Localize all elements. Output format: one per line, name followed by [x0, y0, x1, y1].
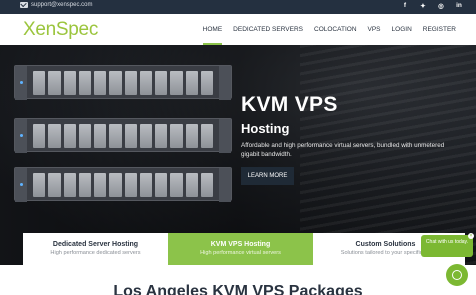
- instagram-icon[interactable]: ◎: [438, 2, 444, 10]
- tab-title: KVM VPS Hosting: [210, 241, 271, 248]
- main-navigation: XenSpec HOME DEDICATED SERVERS COLOCATIO…: [0, 14, 476, 45]
- close-icon[interactable]: ×: [468, 233, 474, 239]
- chat-icon: [452, 270, 462, 280]
- server-image: [14, 167, 232, 202]
- nav-item-login[interactable]: LOGIN: [392, 14, 412, 45]
- nav-item-dedicated-servers[interactable]: DEDICATED SERVERS: [233, 14, 303, 45]
- nav-item-home[interactable]: HOME: [202, 14, 222, 45]
- tab-title: Dedicated Server Hosting: [52, 241, 139, 248]
- chat-button[interactable]: [446, 264, 468, 286]
- facebook-icon[interactable]: f: [402, 2, 408, 10]
- tab-kvm-vps-hosting[interactable]: KVM VPS Hosting High performance virtual…: [168, 233, 313, 265]
- tab-dedicated-server-hosting[interactable]: Dedicated Server Hosting High performanc…: [23, 233, 168, 265]
- learn-more-button[interactable]: LEARN MORE: [241, 167, 294, 185]
- server-image: [14, 65, 232, 100]
- support-email-text: support@xenspec.com: [31, 2, 93, 8]
- hero-banner: KVM VPS Hosting Affordable and high perf…: [0, 45, 476, 265]
- service-tabs: Dedicated Server Hosting High performanc…: [23, 233, 465, 265]
- chat-prompt-bubble[interactable]: Chat with us today.: [421, 235, 473, 257]
- hero-description: Affordable and high performance virtual …: [241, 142, 445, 158]
- hero-title: KVM VPS: [241, 93, 338, 116]
- top-bar: support@xenspec.com f ✦ ◎ in: [0, 0, 476, 14]
- social-links: f ✦ ◎ in: [402, 2, 462, 10]
- linkedin-icon[interactable]: in: [456, 2, 462, 10]
- envelope-icon: [20, 2, 28, 8]
- xenspec-logo[interactable]: XenSpec: [23, 19, 98, 41]
- tab-subtitle: High performance dedicated servers: [50, 250, 141, 256]
- hero-subtitle: Hosting: [241, 121, 290, 136]
- section-title: Los Angeles KVM VPS Packages: [113, 283, 363, 295]
- server-image: [14, 118, 232, 153]
- twitter-icon[interactable]: ✦: [420, 2, 426, 10]
- hero-text: KVM VPS Hosting Affordable and high perf…: [241, 93, 471, 159]
- nav-item-register[interactable]: REGISTER: [423, 14, 456, 45]
- nav-item-vps[interactable]: VPS: [368, 14, 381, 45]
- nav-item-colocation[interactable]: COLOCATION: [314, 14, 357, 45]
- support-email-link[interactable]: support@xenspec.com: [20, 2, 92, 8]
- tab-subtitle: High performance virtual servers: [200, 250, 281, 256]
- nav-menu: HOME DEDICATED SERVERS COLOCATION VPS LO…: [202, 14, 456, 45]
